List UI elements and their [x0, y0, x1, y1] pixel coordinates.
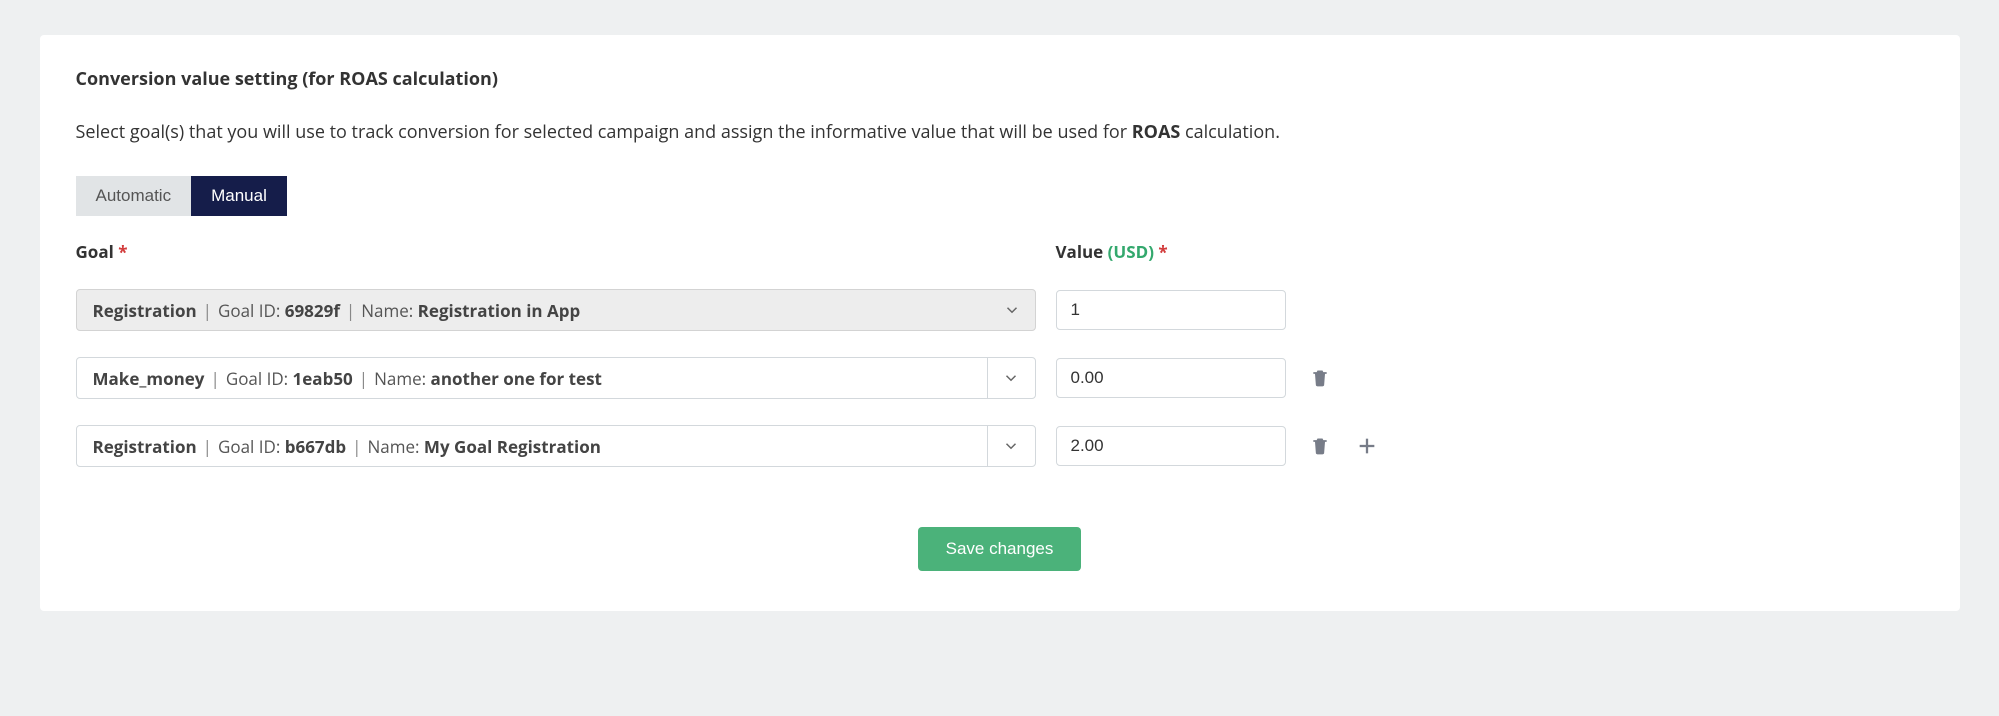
- goal-name: My Goal Registration: [424, 435, 601, 458]
- settings-card: Conversion value setting (for ROAS calcu…: [40, 35, 1960, 611]
- currency-label: (USD): [1108, 240, 1154, 263]
- goal-column-label: Goal *: [76, 240, 1036, 263]
- separator: |: [359, 367, 368, 390]
- goal-select-row-2[interactable]: Make_money|Goal ID: 1eab50|Name: another…: [76, 357, 1036, 399]
- row-actions: [1286, 366, 1924, 390]
- chevron-down-icon: [987, 358, 1035, 398]
- separator: |: [346, 299, 355, 322]
- plus-icon: [1356, 435, 1378, 457]
- value-input-row-3[interactable]: [1056, 426, 1286, 466]
- chevron-down-icon: [1003, 301, 1021, 319]
- value-input-row-1[interactable]: [1056, 290, 1286, 330]
- goal-event: Registration: [93, 435, 197, 458]
- goal-id: b667db: [285, 435, 346, 458]
- trash-icon: [1310, 368, 1330, 388]
- value-label-text: Value: [1056, 240, 1104, 263]
- roas-bold: ROAS: [1132, 120, 1181, 144]
- goal-name: another one for test: [431, 367, 602, 390]
- separator: |: [203, 435, 212, 458]
- required-indicator: *: [1158, 240, 1167, 263]
- section-title: Conversion value setting (for ROAS calcu…: [76, 67, 1924, 91]
- goal-select-text: Registration | Goal ID: 69829f | Name: Regis…: [93, 299, 581, 322]
- delete-row-button[interactable]: [1308, 434, 1332, 458]
- goal-name-prefix: Name:: [374, 367, 426, 390]
- row-actions: [1286, 433, 1924, 459]
- goal-id: 1eab50: [293, 367, 353, 390]
- save-row: Save changes: [76, 527, 1924, 571]
- goal-id-prefix: Goal ID:: [218, 435, 280, 458]
- tab-automatic[interactable]: Automatic: [76, 176, 192, 216]
- delete-row-button[interactable]: [1308, 366, 1332, 390]
- goal-select-row-1[interactable]: Registration | Goal ID: 69829f | Name: Regis…: [76, 289, 1036, 331]
- goal-id: 69829f: [285, 299, 340, 322]
- description-text: Select goal(s) that you will use to trac…: [76, 120, 1132, 144]
- tab-manual[interactable]: Manual: [191, 176, 287, 216]
- section-description: Select goal(s) that you will use to trac…: [76, 119, 1924, 146]
- add-row-button[interactable]: [1354, 433, 1380, 459]
- goal-name-prefix: Name:: [368, 435, 420, 458]
- required-indicator: *: [118, 240, 127, 263]
- goal-name-prefix: Name:: [361, 299, 413, 322]
- goal-event: Make_money: [93, 367, 205, 390]
- goal-label-text: Goal: [76, 240, 114, 263]
- mode-tabs: Automatic Manual: [76, 176, 287, 216]
- goal-id-prefix: Goal ID:: [218, 299, 280, 322]
- goals-grid: Goal * Value (USD) * Registration | Goal I…: [76, 240, 1924, 467]
- value-column-label: Value (USD) *: [1056, 240, 1286, 263]
- trash-icon: [1310, 436, 1330, 456]
- goal-event: Registration: [93, 299, 197, 322]
- goal-select-text: Make_money|Goal ID: 1eab50|Name: another…: [93, 367, 602, 390]
- goal-select-row-3[interactable]: Registration | Goal ID: b667db | Name: My Go…: [76, 425, 1036, 467]
- goal-select-text: Registration | Goal ID: b667db | Name: My Go…: [93, 435, 601, 458]
- goal-name: Registration in App: [418, 299, 581, 322]
- chevron-down-icon: [987, 426, 1035, 466]
- separator: |: [203, 299, 212, 322]
- separator: |: [210, 367, 219, 390]
- separator: |: [352, 435, 361, 458]
- goal-id-prefix: Goal ID:: [226, 367, 288, 390]
- value-input-row-2[interactable]: [1056, 358, 1286, 398]
- description-text-post: calculation.: [1180, 120, 1280, 144]
- save-button[interactable]: Save changes: [918, 527, 1082, 571]
